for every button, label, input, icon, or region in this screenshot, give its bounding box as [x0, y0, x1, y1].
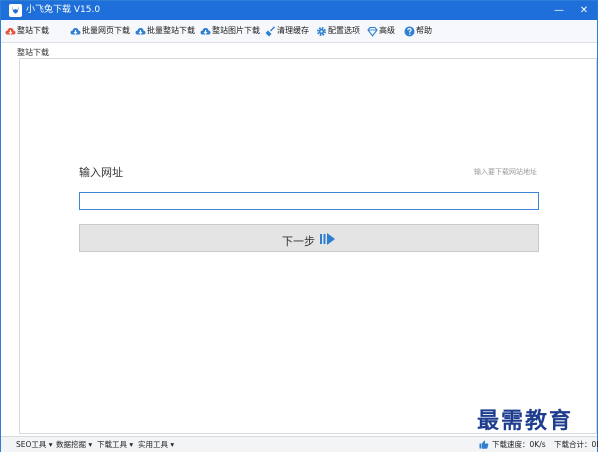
url-hint: 输入要下载网站地址 — [474, 168, 537, 176]
menu-data-mining[interactable]: 数据挖掘 ▾ — [56, 439, 92, 450]
menu-download-tools[interactable]: 下载工具 ▾ — [97, 439, 133, 450]
cloud-download-icon — [135, 28, 146, 35]
gear-icon — [316, 26, 327, 37]
status-bar: SEO工具 ▾ 数据挖掘 ▾ 下载工具 ▾ 实用工具 ▾ 下载速度：0K/s 下… — [1, 436, 598, 452]
cloud-download-icon — [5, 28, 16, 35]
download-speed: 下载速度：0K/s — [492, 440, 546, 449]
thumbs-up-icon — [479, 440, 489, 449]
close-button[interactable]: ✕ — [572, 1, 596, 20]
diamond-icon — [367, 26, 378, 37]
help-icon — [404, 26, 415, 37]
title-bar: 小飞兔下载 V15.0 — ✕ — [1, 1, 597, 20]
rabbit-logo-icon — [9, 4, 22, 17]
cloud-download-icon — [70, 28, 81, 35]
url-label: 输入网址 — [79, 166, 123, 179]
minimize-button[interactable]: — — [547, 1, 571, 20]
arrow-right-icon — [320, 233, 335, 245]
broom-icon — [265, 26, 276, 37]
toolbar: 整站下载 批量网页下载 批量整站下载 整站图片下载 清理缓存 配置选项 高级 帮… — [1, 20, 597, 43]
menu-seo-tools[interactable]: SEO工具 ▾ — [16, 439, 53, 450]
watermark: 最需教育 — [477, 408, 574, 434]
window-title: 小飞兔下载 V15.0 — [26, 5, 101, 15]
next-step-label: 下一步 — [282, 235, 315, 248]
next-step-button[interactable]: 下一步 — [79, 224, 539, 252]
cloud-download-icon — [200, 28, 211, 35]
download-total: 下载合计：0B — [554, 440, 598, 449]
url-input[interactable] — [79, 192, 539, 210]
tab-site-download[interactable]: 整站下载 — [17, 47, 49, 58]
app-window: 小飞兔下载 V15.0 — ✕ 整站下载 批量网页下载 批量整站下载 整站图片下… — [0, 0, 598, 452]
menu-utility-tools[interactable]: 实用工具 ▾ — [138, 439, 174, 450]
